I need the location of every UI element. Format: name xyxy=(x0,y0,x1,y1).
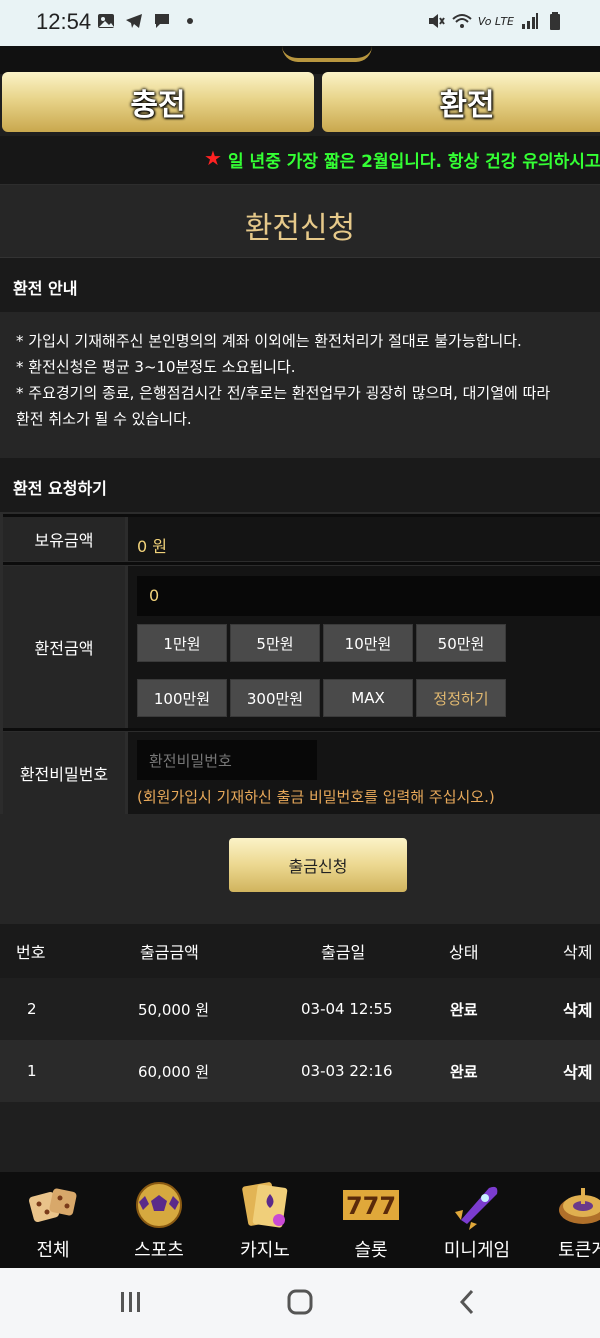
page-title-section: 환전신청 xyxy=(0,184,600,258)
nav-label: 토큰게 xyxy=(558,1240,600,1261)
wifi-icon xyxy=(452,14,472,28)
row-date: 03-03 22:16 xyxy=(301,1062,393,1080)
nav-label: 스포츠 xyxy=(134,1240,184,1261)
column-header: 삭제 xyxy=(563,943,593,962)
nav-label: 전체 xyxy=(36,1240,70,1261)
image-icon xyxy=(98,14,114,28)
status-time: 12:54 xyxy=(36,9,92,34)
app-content: 충전 환전 ★ 일 년중 가장 짧은 2월입니다. 항상 건강 유의하시고 환전… xyxy=(0,46,600,1268)
amount-10man-button[interactable]: 10만원 xyxy=(323,624,413,662)
notice-line: * 환전신청은 평균 3~10분정도 소요됩니다. xyxy=(16,358,296,376)
row-delete-button[interactable]: 삭제 xyxy=(563,978,592,1040)
exchange-button[interactable]: 환전 xyxy=(322,72,600,132)
password-cell: 환전비밀번호 (회원가입시 기재하신 출금 비밀번호를 입력해 주십시오.) xyxy=(128,732,600,814)
request-heading: 환전 요청하기 xyxy=(13,479,107,498)
dice-icon xyxy=(28,1188,77,1223)
svg-text:777: 777 xyxy=(346,1192,396,1220)
back-icon[interactable] xyxy=(456,1288,478,1316)
status-bar: 12:54 Vo LTE xyxy=(0,0,600,46)
dot-icon xyxy=(187,18,193,24)
exchange-form: 보유금액 0 원 환전금액 0 1만원 5만원 10만원 50만원 100만원 … xyxy=(0,512,600,814)
nav-label: 미니게임 xyxy=(443,1240,511,1261)
notice-line: 환전 취소가 될 수 있습니다. xyxy=(16,410,192,428)
slot-777-icon: 777 xyxy=(343,1190,399,1220)
amount-cell: 0 1만원 5만원 10만원 50만원 100만원 300만원 MAX 정정하기 xyxy=(128,566,600,728)
balance-value: 0 원 xyxy=(137,537,167,556)
amount-50man-button[interactable]: 50만원 xyxy=(416,624,506,662)
star-icon: ★ xyxy=(204,146,222,170)
marquee-text: 일 년중 가장 짧은 2월입니다. 항상 건강 유의하시고 xyxy=(228,152,600,172)
amount-max-button[interactable]: MAX xyxy=(323,679,413,717)
notice-marquee: ★ 일 년중 가장 짧은 2월입니다. 항상 건강 유의하시고 xyxy=(0,136,600,184)
nav-label: 카지노 xyxy=(240,1240,290,1261)
column-header: 상태 xyxy=(449,943,479,962)
notice-box: * 가입시 기재해주신 본인명의의 계좌 이외에는 환전처리가 절대로 불가능합… xyxy=(0,312,600,460)
amount-5man-button[interactable]: 5만원 xyxy=(230,624,320,662)
password-input[interactable]: 환전비밀번호 xyxy=(137,740,317,780)
row-status: 완료 xyxy=(450,1062,478,1081)
telegram-icon xyxy=(126,14,142,28)
nav-label: 슬롯 xyxy=(354,1240,388,1261)
column-header: 출금일 xyxy=(321,943,366,962)
table-row: 2 50,000 원 03-04 12:55 완료 삭제 xyxy=(0,978,600,1040)
nav-item-sports[interactable]: 스포츠 xyxy=(106,1172,212,1268)
notice-heading: 환전 안내 xyxy=(13,279,78,298)
recent-apps-icon[interactable] xyxy=(118,1288,144,1316)
bottom-nav: 전체 스포츠 카지노 777 슬롯 미니게임 토큰게 xyxy=(0,1172,600,1268)
system-navigation-bar xyxy=(0,1268,600,1338)
soccer-ball-icon xyxy=(136,1182,182,1228)
page-title: 환전신청 xyxy=(244,211,356,246)
row-amount: 60,000 원 xyxy=(138,1062,210,1081)
balance-cell: 0 원 xyxy=(128,517,600,561)
volte-icon: Vo LTE xyxy=(477,14,514,28)
row-number: 1 xyxy=(27,1062,37,1080)
column-header: 출금금액 xyxy=(140,943,199,962)
amount-300man-button[interactable]: 300만원 xyxy=(230,679,320,717)
amount-reset-button[interactable]: 정정하기 xyxy=(416,679,506,717)
row-date: 03-04 12:55 xyxy=(301,1000,393,1018)
home-icon[interactable] xyxy=(286,1288,314,1316)
amount-input[interactable]: 0 xyxy=(137,576,600,616)
nav-item-slot[interactable]: 777 슬롯 xyxy=(318,1172,424,1268)
password-hint: (회원가입시 기재하신 출금 비밀번호를 입력해 주십시오.) xyxy=(137,788,495,806)
notice-line: * 주요경기의 종료, 은행점검시간 전/후로는 환전업무가 굉장히 많으며, … xyxy=(16,384,551,402)
charge-button[interactable]: 충전 xyxy=(2,72,314,132)
password-label: 환전비밀번호 xyxy=(3,732,125,814)
request-heading-bar: 환전 요청하기 xyxy=(0,458,600,512)
nav-item-all[interactable]: 전체 xyxy=(0,1172,106,1268)
header-strip xyxy=(0,46,600,74)
amount-label: 환전금액 xyxy=(3,566,125,728)
amount-1man-button[interactable]: 1만원 xyxy=(137,624,227,662)
battery-icon xyxy=(550,12,560,30)
row-status: 완료 xyxy=(450,1000,478,1019)
divider xyxy=(3,562,600,565)
row-number: 2 xyxy=(27,1000,37,1018)
submit-area: 출금신청 xyxy=(0,814,600,924)
nav-item-minigame[interactable]: 미니게임 xyxy=(424,1172,530,1268)
divider xyxy=(3,728,600,731)
logo xyxy=(282,46,372,62)
mute-icon xyxy=(428,14,445,28)
message-icon xyxy=(155,14,169,28)
table-row: 1 60,000 원 03-03 22:16 완료 삭제 xyxy=(0,1040,600,1102)
playing-card-icon xyxy=(242,1182,288,1228)
nav-item-token-game[interactable]: 토큰게 xyxy=(530,1172,600,1268)
signal-icon xyxy=(522,13,538,29)
balance-label: 보유금액 xyxy=(3,517,125,561)
column-header: 번호 xyxy=(16,943,46,962)
roulette-icon xyxy=(559,1188,600,1224)
amount-100man-button[interactable]: 100만원 xyxy=(137,679,227,717)
row-delete-button[interactable]: 삭제 xyxy=(563,1040,592,1102)
rocket-icon xyxy=(455,1186,498,1230)
nav-item-casino[interactable]: 카지노 xyxy=(212,1172,318,1268)
notice-heading-bar: 환전 안내 xyxy=(0,258,600,312)
notice-line: * 가입시 기재해주신 본인명의의 계좌 이외에는 환전처리가 절대로 불가능합… xyxy=(16,332,522,350)
withdraw-request-button[interactable]: 출금신청 xyxy=(229,838,407,892)
row-amount: 50,000 원 xyxy=(138,1000,210,1019)
table-header: 번호 출금금액 출금일 상태 삭제 xyxy=(0,924,600,978)
